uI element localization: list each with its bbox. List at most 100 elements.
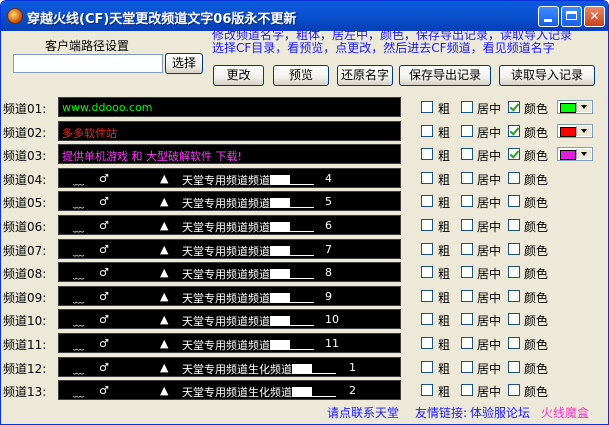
close-button[interactable]: ✕ — [584, 6, 605, 27]
restore-names-button[interactable]: 还原名字 — [337, 65, 393, 86]
center-checkbox[interactable] — [461, 148, 473, 161]
close-icon: ✕ — [589, 9, 600, 23]
friend-link-forum[interactable]: 体验服论坛 — [470, 404, 530, 421]
maximize-button[interactable] — [561, 6, 582, 27]
bold-checkbox[interactable] — [421, 148, 433, 161]
center-checkbox[interactable] — [461, 266, 473, 279]
channel-text-field[interactable]: ﹏ ♂ ▲ 天堂专用频道生化频道 1 — [58, 356, 401, 377]
bold-label: 粗 — [438, 314, 451, 329]
center-checkbox[interactable] — [461, 124, 473, 137]
bold-checkbox[interactable] — [421, 313, 433, 326]
channel-text-field[interactable]: ﹏ ♂ ▲ 天堂专用频道频道 6 — [58, 215, 401, 235]
channel-text-field[interactable]: www.ddooo.com — [58, 97, 401, 117]
channel-text-field[interactable]: 提供单机游戏 和 大型破解软件 下载! — [58, 144, 401, 165]
browse-button[interactable]: 选择 — [165, 53, 203, 74]
triangle-glyph: ▲ — [160, 289, 169, 303]
wave-glyph: ﹏ — [73, 339, 84, 352]
center-checkbox[interactable] — [461, 384, 473, 397]
channel-text-field[interactable]: 多多软件站 — [58, 120, 401, 141]
bold-checkbox[interactable] — [421, 195, 433, 208]
center-checkbox[interactable] — [461, 289, 473, 302]
color-label: 颜色 — [524, 172, 549, 187]
channel-label: 频道06: — [3, 220, 47, 234]
channel-text-field[interactable]: ﹏ ♂ ▲ 天堂专用频道频道 7 — [58, 238, 401, 259]
wave-glyph: ﹏ — [73, 315, 84, 329]
color-checkbox[interactable] — [508, 266, 520, 279]
save-export-button[interactable]: 保存导出记录 — [399, 65, 491, 86]
channel-number: 6 — [325, 219, 332, 232]
channel-base-text: 天堂专用频道频道 — [182, 173, 270, 187]
channel-number: 2 — [349, 384, 356, 398]
center-checkbox[interactable] — [461, 195, 473, 208]
color-checkbox[interactable] — [508, 242, 520, 255]
color-checkbox[interactable] — [508, 337, 520, 349]
color-checkbox[interactable] — [508, 101, 520, 113]
color-picker[interactable] — [557, 123, 593, 138]
color-checkbox[interactable] — [508, 313, 520, 326]
color-checkbox[interactable] — [508, 124, 520, 137]
color-checkbox[interactable] — [508, 289, 520, 302]
bold-checkbox[interactable] — [421, 101, 433, 113]
channel-text-field[interactable]: ﹏ ♂ ▲ 天堂专用频道生化频道 2 — [58, 380, 401, 401]
center-checkbox[interactable] — [461, 219, 473, 231]
color-checkbox[interactable] — [508, 360, 520, 373]
links-prefix: 友情链接: — [415, 406, 468, 420]
center-checkbox[interactable] — [461, 101, 473, 113]
chevron-down-icon[interactable] — [576, 149, 591, 160]
channel-text-field[interactable]: ﹏ ♂ ▲ 天堂专用频道频道 5 — [58, 191, 401, 212]
path-setting-label: 客户端路径设置 — [45, 39, 130, 53]
color-checkbox[interactable] — [508, 219, 520, 231]
channel-base-text: 天堂专用频道频道 — [182, 221, 270, 234]
triangle-glyph: ▲ — [160, 337, 169, 350]
bold-checkbox[interactable] — [421, 384, 433, 397]
change-button[interactable]: 更改 — [213, 65, 264, 86]
channel-text-field[interactable]: ﹏ ♂ ▲ 天堂专用频道频道 10 — [58, 309, 401, 330]
center-label: 居中 — [477, 385, 502, 400]
preview-button[interactable]: 预览 — [273, 65, 329, 86]
triangle-glyph: ▲ — [160, 313, 169, 327]
center-checkbox[interactable] — [461, 360, 473, 373]
channel-base-text: 天堂专用频道频道 — [182, 291, 270, 305]
bold-checkbox[interactable] — [421, 124, 433, 137]
color-checkbox[interactable] — [508, 148, 520, 161]
bold-checkbox[interactable] — [421, 219, 433, 231]
channel-text-field[interactable]: ﹏ ♂ ▲ 天堂专用频道频道 4 — [58, 167, 401, 188]
bold-checkbox[interactable] — [421, 242, 433, 255]
color-checkbox[interactable] — [508, 384, 520, 397]
channel-base-text: 天堂专用频道频道 — [182, 197, 270, 211]
bold-label: 粗 — [438, 243, 451, 258]
center-checkbox[interactable] — [461, 242, 473, 255]
color-swatch — [560, 150, 576, 161]
male-symbol-glyph: ♂ — [99, 242, 109, 256]
chevron-down-icon[interactable] — [576, 125, 591, 136]
channel-number: 5 — [325, 195, 332, 209]
title-bar[interactable]: 穿越火线(CF)天堂更改频道文字06版永不更新 ✕ — [1, 1, 608, 31]
color-checkbox[interactable] — [508, 171, 520, 184]
color-checkbox[interactable] — [508, 195, 520, 208]
center-checkbox[interactable] — [461, 171, 473, 184]
path-input[interactable] — [13, 54, 163, 73]
bold-label: 粗 — [438, 385, 451, 400]
channel-text-field[interactable]: ﹏ ♂ ▲ 天堂专用频道频道 9 — [58, 285, 401, 306]
bold-checkbox[interactable] — [421, 289, 433, 302]
contact-link[interactable]: 请点联系天堂 — [327, 404, 399, 421]
load-import-button[interactable]: 读取导入记录 — [499, 65, 595, 86]
bold-checkbox[interactable] — [421, 171, 433, 184]
color-label: 颜色 — [524, 196, 549, 211]
bold-checkbox[interactable] — [421, 337, 433, 349]
channel-text-field[interactable]: ﹏ ♂ ▲ 天堂专用频道频道 8 — [58, 262, 401, 283]
color-picker[interactable] — [557, 100, 593, 114]
chevron-down-icon[interactable] — [576, 102, 591, 112]
minimize-button[interactable] — [538, 6, 559, 27]
color-picker[interactable] — [557, 147, 593, 162]
app-window: 穿越火线(CF)天堂更改频道文字06版永不更新 ✕ 客户端路径设置 选择 修改频… — [0, 0, 609, 425]
instructions: 修改频道名字，粗体，居左中，颜色，保存导出记录，读取导入记录 选择CF目录，看预… — [212, 29, 572, 55]
friend-link-toolbox[interactable]: 火线魔盒 — [541, 404, 589, 421]
channel-text-field[interactable]: ﹏ ♂ ▲ 天堂专用频道频道 11 — [58, 333, 401, 353]
center-checkbox[interactable] — [461, 313, 473, 326]
highlight-block — [270, 269, 290, 280]
center-checkbox[interactable] — [461, 337, 473, 349]
bold-checkbox[interactable] — [421, 266, 433, 279]
bold-checkbox[interactable] — [421, 360, 433, 373]
wave-glyph: ﹏ — [73, 291, 84, 305]
